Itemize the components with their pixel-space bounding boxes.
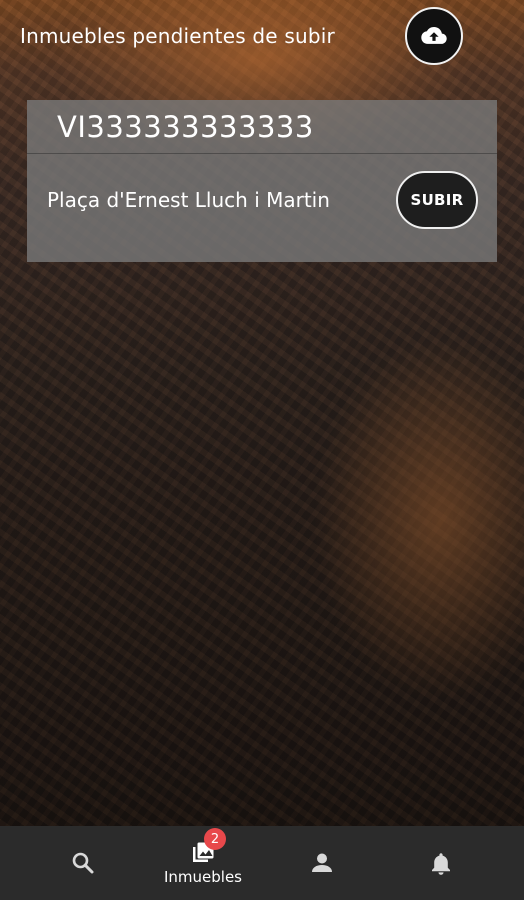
cloud-upload-icon [421, 25, 447, 47]
photo-library-icon: 2 [190, 828, 226, 866]
person-icon [309, 850, 335, 876]
nav-item-alerts[interactable] [391, 826, 491, 900]
bell-icon [428, 850, 454, 876]
nav-item-search[interactable] [33, 826, 133, 900]
card-divider [27, 153, 497, 154]
page-title: Inmuebles pendientes de subir [20, 24, 335, 48]
upload-property-button[interactable]: SUBIR [396, 171, 478, 229]
nav-item-inmuebles[interactable]: 2 Inmuebles [153, 826, 253, 900]
notification-badge: 2 [204, 828, 226, 850]
pending-property-card: VI333333333333 Plaça d'Ernest Lluch i Ma… [27, 100, 497, 262]
search-icon [70, 850, 96, 876]
nav-item-profile[interactable] [272, 826, 372, 900]
property-address: Plaça d'Ernest Lluch i Martin [47, 188, 330, 212]
nav-label-inmuebles: Inmuebles [163, 868, 242, 886]
property-code: VI333333333333 [57, 110, 314, 144]
bottom-navigation: 2 Inmuebles [0, 826, 524, 900]
header: Inmuebles pendientes de subir [0, 0, 524, 76]
upload-all-button[interactable] [405, 7, 463, 65]
